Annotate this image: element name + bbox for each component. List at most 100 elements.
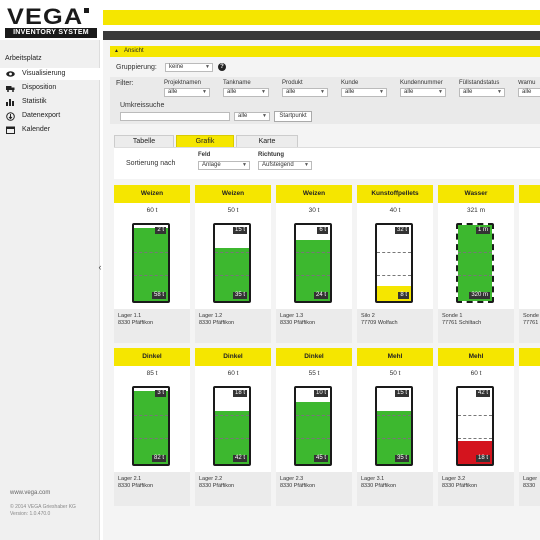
card-product: Dinkel [276, 348, 352, 366]
eye-icon [6, 70, 15, 78]
tank-threshold-line [134, 415, 168, 416]
card-location: 77761 [523, 320, 539, 326]
card-capacity: 60 t [227, 370, 239, 377]
card-product [519, 185, 540, 203]
filter-value: alle [404, 89, 414, 95]
card-capacity: 60 t [470, 370, 482, 377]
filter-label-projektnamen: Projektnamen [164, 80, 202, 86]
tank-card[interactable]: Weizen 50 t 15 t 35 t Lager 1.2 8330 Pfäffiko… [195, 185, 271, 343]
tank-threshold-line [134, 252, 168, 253]
tank-card-grid: Weizen 60 t2 t 58 t Lager 1.1 8330 Pfäffikon… [114, 185, 540, 515]
filter-select-kunde[interactable]: alle ▼ [341, 88, 387, 97]
tank-fill-label: 24 t [313, 292, 328, 299]
vega-logo[interactable]: VEGA INVENTORY SYSTEM [5, 6, 97, 39]
tank-card[interactable]: Dinkel 60 t 18 t 42 t Lager 2.2 8330 Pfäffiko… [195, 348, 271, 506]
header: VEGA INVENTORY SYSTEM [0, 0, 540, 40]
filter-select-produkt[interactable]: alle ▼ [282, 88, 328, 97]
chevron-down-icon: ▼ [304, 162, 309, 168]
tank-free-label: 15 t [232, 227, 247, 234]
sidebar-item-visualisierung[interactable]: Visualisierung [0, 68, 100, 80]
sidebar-item-label: Kalender [22, 126, 51, 133]
footer-url[interactable]: www.vega.com [10, 490, 50, 496]
app-window: VEGA INVENTORY SYSTEM Arbeitsplatz Visua… [0, 0, 540, 540]
radius-search-input[interactable] [120, 112, 230, 121]
tab-grafik[interactable]: Grafik [176, 135, 234, 147]
card-tank-name: Lager 3.2 [442, 476, 466, 482]
chevron-down-icon: ▼ [205, 64, 210, 70]
filter-select-tankname[interactable]: alle ▼ [223, 88, 269, 97]
tank-free-label: 10 t [313, 390, 328, 397]
card-tank-name: Lager 1.2 [199, 313, 223, 319]
calendar-icon [6, 126, 15, 134]
radius-select[interactable]: alle ▼ [234, 112, 270, 121]
card-tank-name: Lager [523, 476, 538, 482]
tank-threshold-line [296, 438, 330, 439]
tank-card[interactable]: Kunstoffpellets 40 t 32 t 8 t Silo 2 77709 Wo… [357, 185, 433, 343]
filter-select-fuellstandstatus[interactable]: alle ▼ [459, 88, 505, 97]
sidebar-item-statistik[interactable]: Statistik [0, 96, 100, 108]
radius-search-label: Umkreissuche [120, 102, 165, 109]
tank-free-label: 3 t [155, 390, 166, 397]
tank-card[interactable]: Lager 8330 [519, 348, 540, 506]
filter-label-warnung: Warnu [518, 80, 536, 86]
card-capacity: 60 t [146, 207, 158, 214]
filter-fuellstandstatus: Füllstandstatus alle ▼ [459, 80, 514, 97]
tank-card[interactable]: Dinkel 55 t 10 t 45 t Lager 2.3 8330 Pfäffiko… [276, 348, 352, 506]
sort-panel: Sortierung nach Feld Anlage ▼ Richtung Au… [114, 147, 540, 179]
tank-card[interactable]: Weizen 60 t 2 t 58 t Lager 1.1 8330 Pfäffikon [114, 185, 190, 343]
sort-direction-select[interactable]: Aufsteigend ▼ [258, 161, 312, 170]
card-product: Weizen [114, 185, 190, 203]
filter-value: alle [168, 89, 178, 95]
tank-free-label: 42 t [475, 390, 490, 397]
card-product: Mehl [438, 348, 514, 366]
card-info: Lager 2.3 8330 Pfäffikon [276, 472, 352, 506]
tank-threshold-line [458, 252, 492, 253]
sidebar-item-disposition[interactable]: Disposition [0, 82, 100, 94]
sidebar-item-datenexport[interactable]: Datenexport [0, 110, 100, 122]
grouping-select[interactable]: keine ▼ [165, 63, 213, 72]
tank-gauge: 15 t 35 t [375, 386, 413, 466]
card-product: Weizen [195, 185, 271, 203]
help-icon[interactable]: ? [218, 63, 226, 71]
tank-card[interactable]: Wasser 321 m 1 m 320 m Sonde 1 77761 Schiltac… [438, 185, 514, 343]
chevron-down-icon: ▼ [261, 89, 266, 95]
card-product: Kunstoffpellets [357, 185, 433, 203]
card-info: Lager 3.1 8330 Pfäffikon [357, 472, 433, 506]
tank-free-label: 6 t [317, 227, 328, 234]
tank-threshold-line [215, 252, 249, 253]
tank-card[interactable]: Mehl 60 t 42 t 18 t Lager 3.2 8330 Pfäffikon [438, 348, 514, 506]
filter-warnung: Warnu alle [518, 80, 540, 97]
card-tank-name: Sonde [523, 313, 539, 319]
tank-card[interactable]: Sonde 77761 [519, 185, 540, 343]
card-capacity: 55 t [308, 370, 320, 377]
header-accent-bar [103, 10, 540, 25]
view-tabs: Tabelle Grafik Karte [114, 135, 540, 147]
sort-field-select[interactable]: Anlage ▼ [198, 161, 250, 170]
logo-square [84, 8, 89, 13]
card-info: Sonde 77761 [519, 309, 540, 343]
version-text: Version: 1.0.470.0 [10, 511, 51, 517]
filter-value: alle [522, 89, 532, 95]
filter-select-warnung[interactable]: alle [518, 88, 540, 97]
tab-tabelle[interactable]: Tabelle [114, 135, 174, 147]
header-dark-bar [103, 31, 540, 40]
export-icon [6, 111, 15, 121]
bar-chart-icon [6, 98, 15, 106]
tank-card[interactable]: Weizen 30 t 6 t 24 t Lager 1.3 8330 Pfäffikon [276, 185, 352, 343]
tank-free-label: 15 t [394, 390, 409, 397]
tank-threshold-line [377, 415, 411, 416]
tank-threshold-line [377, 438, 411, 439]
tank-card[interactable]: Mehl 50 t 15 t 35 t Lager 3.1 8330 Pfäffikon [357, 348, 433, 506]
view-section-header[interactable]: ▲ Ansicht [110, 46, 540, 57]
chevron-down-icon: ▼ [202, 89, 207, 95]
tank-threshold-line [458, 275, 492, 276]
sidebar-item-kalender[interactable]: Kalender [0, 124, 100, 136]
filter-select-kundennummer[interactable]: alle ▼ [400, 88, 446, 97]
filter-select-projektnamen[interactable]: alle ▼ [164, 88, 210, 97]
filter-projektnamen: Projektnamen alle ▼ [164, 80, 219, 97]
tank-fill-label: 82 t [151, 455, 166, 462]
tank-card[interactable]: Dinkel 85 t 3 t 82 t Lager 2.1 8330 Pfäffikon [114, 348, 190, 506]
tank-free-label: 32 t [394, 227, 409, 234]
startpunkt-button[interactable]: Startpunkt [274, 111, 312, 122]
tab-karte[interactable]: Karte [236, 135, 298, 147]
